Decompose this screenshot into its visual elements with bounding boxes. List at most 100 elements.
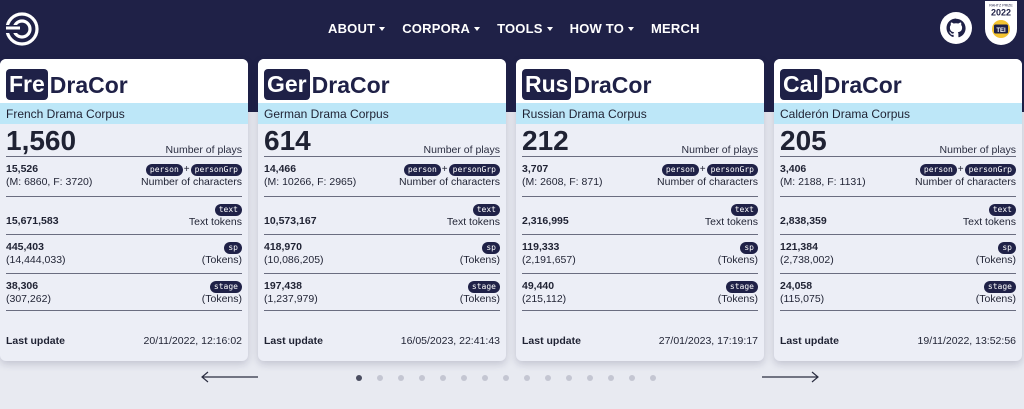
nav-merch[interactable]: MERCH bbox=[651, 21, 700, 36]
characters-count: 14,466 bbox=[264, 163, 297, 175]
text-tokens-row: 10,573,167 text Text tokens bbox=[264, 197, 500, 235]
text-tokens-count: 2,838,359 bbox=[780, 215, 827, 227]
stage-tag: stage bbox=[725, 281, 758, 293]
stage-row: 38,306 (307,262) stage (Tokens) bbox=[6, 274, 242, 311]
persongrp-tag: personGrp bbox=[190, 164, 242, 176]
nav-corpora[interactable]: CORPORA bbox=[402, 21, 481, 36]
sp-tokens: (14,444,033) bbox=[6, 254, 66, 266]
characters-split: (M: 6860, F: 3720) bbox=[6, 176, 93, 188]
text-tokens-row: 2,316,995 text Text tokens bbox=[522, 197, 758, 235]
rahtz-prize-badge[interactable]: RAHTZ PRIZE 2022 TEI bbox=[983, 1, 1019, 47]
nav-how-to-label: HOW TO bbox=[569, 21, 625, 36]
pagination-dot[interactable] bbox=[650, 375, 656, 381]
pagination-dot[interactable] bbox=[482, 375, 488, 381]
text-tag: text bbox=[988, 204, 1016, 216]
corpus-subtitle: Calderón Drama Corpus bbox=[774, 103, 1022, 124]
arrow-left-icon[interactable] bbox=[200, 371, 258, 383]
sp-tokens: (2,738,002) bbox=[780, 254, 834, 266]
corpus-card-rus[interactable]: Rus DraCor Russian Drama Corpus 212 Numbe… bbox=[516, 59, 764, 361]
characters-split: (M: 2608, F: 871) bbox=[522, 176, 603, 188]
pagination-dot[interactable] bbox=[524, 375, 530, 381]
last-update-label: Last update bbox=[6, 335, 65, 347]
last-update-value: 16/05/2023, 22:41:43 bbox=[400, 335, 500, 347]
plus-sign: + bbox=[699, 164, 706, 175]
carousel-pagination bbox=[356, 375, 656, 381]
last-update-value: 20/11/2022, 12:16:02 bbox=[143, 335, 242, 347]
text-tokens-count: 10,573,167 bbox=[264, 215, 317, 227]
plays-count: 212 bbox=[522, 125, 569, 156]
sp-row: 119,333 (2,191,657) sp (Tokens) bbox=[522, 235, 758, 274]
chevron-down-icon bbox=[379, 27, 386, 31]
nav-tools[interactable]: TOOLS bbox=[497, 21, 553, 36]
pagination-dot[interactable] bbox=[608, 375, 614, 381]
characters-label: Number of characters bbox=[399, 176, 500, 188]
sp-tag: sp bbox=[998, 242, 1016, 254]
pagination-dot[interactable] bbox=[440, 375, 446, 381]
pagination-dot[interactable] bbox=[629, 375, 635, 381]
tokens-label: (Tokens) bbox=[201, 293, 242, 305]
pagination-dot[interactable] bbox=[587, 375, 593, 381]
persongrp-tag: personGrp bbox=[964, 164, 1016, 176]
corpus-card-ger[interactable]: Ger DraCor German Drama Corpus 614 Number… bbox=[258, 59, 506, 361]
plays-count: 205 bbox=[780, 125, 827, 156]
pagination-dot[interactable] bbox=[419, 375, 425, 381]
badge-label: TEI bbox=[996, 28, 1006, 34]
persongrp-tag: personGrp bbox=[448, 164, 500, 176]
pagination-dot[interactable] bbox=[503, 375, 509, 381]
text-tokens-label: Text tokens bbox=[704, 216, 758, 228]
plays-row: 212 Number of plays bbox=[522, 124, 758, 157]
stage-tokens: (215,112) bbox=[522, 293, 567, 305]
pagination-dot[interactable] bbox=[356, 375, 362, 381]
tokens-label: (Tokens) bbox=[975, 293, 1016, 305]
stage-count: 49,440 bbox=[522, 280, 555, 292]
stage-count: 24,058 bbox=[780, 280, 813, 292]
characters-row: 15,526 (M: 6860, F: 3720) person + personGr… bbox=[6, 157, 242, 197]
brand-name: DraCor bbox=[49, 71, 128, 98]
pagination-dot[interactable] bbox=[398, 375, 404, 381]
stage-tag: stage bbox=[467, 281, 500, 293]
plays-count: 614 bbox=[264, 125, 311, 156]
corpus-card-cal[interactable]: Cal DraCor Calderón Drama Corpus 205 Numb… bbox=[774, 59, 1022, 361]
text-tokens-label: Text tokens bbox=[446, 216, 500, 228]
sp-tag: sp bbox=[482, 242, 500, 254]
pagination-dot[interactable] bbox=[545, 375, 551, 381]
card-header: Ger DraCor bbox=[258, 59, 506, 103]
nav-how-to[interactable]: HOW TO bbox=[569, 21, 635, 36]
stage-row: 49,440 (215,112) stage (Tokens) bbox=[522, 274, 758, 311]
stage-row: 24,058 (115,075) stage (Tokens) bbox=[780, 274, 1016, 311]
last-update-row: Last update 19/11/2022, 13:52:56 bbox=[780, 335, 1016, 347]
pagination-dot[interactable] bbox=[461, 375, 467, 381]
last-update-label: Last update bbox=[780, 335, 839, 347]
card-header: Cal DraCor bbox=[774, 59, 1022, 103]
chevron-down-icon bbox=[628, 27, 635, 31]
text-tokens-row: 2,838,359 text Text tokens bbox=[780, 197, 1016, 235]
tokens-label: (Tokens) bbox=[201, 254, 242, 266]
corpus-card-fre[interactable]: Fre DraCor French Drama Corpus 1,560 Numb… bbox=[0, 59, 248, 361]
sp-count: 445,403 bbox=[6, 241, 44, 253]
characters-label: Number of characters bbox=[657, 176, 758, 188]
sp-count: 418,970 bbox=[264, 241, 302, 253]
pagination-dot[interactable] bbox=[566, 375, 572, 381]
stage-tokens: (115,075) bbox=[780, 293, 825, 305]
stage-count: 197,438 bbox=[264, 280, 302, 292]
pagination-dot[interactable] bbox=[377, 375, 383, 381]
arrow-right-icon[interactable] bbox=[762, 371, 820, 383]
persongrp-tag: personGrp bbox=[706, 164, 758, 176]
text-tokens-count: 15,671,583 bbox=[6, 215, 59, 227]
sp-tokens: (10,086,205) bbox=[264, 254, 324, 266]
person-tag: person bbox=[661, 164, 699, 176]
text-tokens-row: 15,671,583 text Text tokens bbox=[6, 197, 242, 235]
chevron-down-icon bbox=[474, 27, 481, 31]
sp-tag: sp bbox=[224, 242, 242, 254]
person-tag: person bbox=[403, 164, 441, 176]
characters-row: 3,707 (M: 2608, F: 871) person + personGrp N… bbox=[522, 157, 758, 197]
award-badge-icon: RAHTZ PRIZE 2022 TEI bbox=[985, 1, 1017, 45]
tokens-label: (Tokens) bbox=[459, 254, 500, 266]
plus-sign: + bbox=[183, 164, 190, 175]
dracor-logo-icon[interactable] bbox=[4, 11, 40, 47]
nav-about[interactable]: ABOUT bbox=[328, 21, 386, 36]
characters-split: (M: 10266, F: 2965) bbox=[264, 176, 357, 188]
plays-label: Number of plays bbox=[681, 144, 758, 156]
github-icon[interactable] bbox=[940, 12, 972, 44]
plays-label: Number of plays bbox=[423, 144, 500, 156]
